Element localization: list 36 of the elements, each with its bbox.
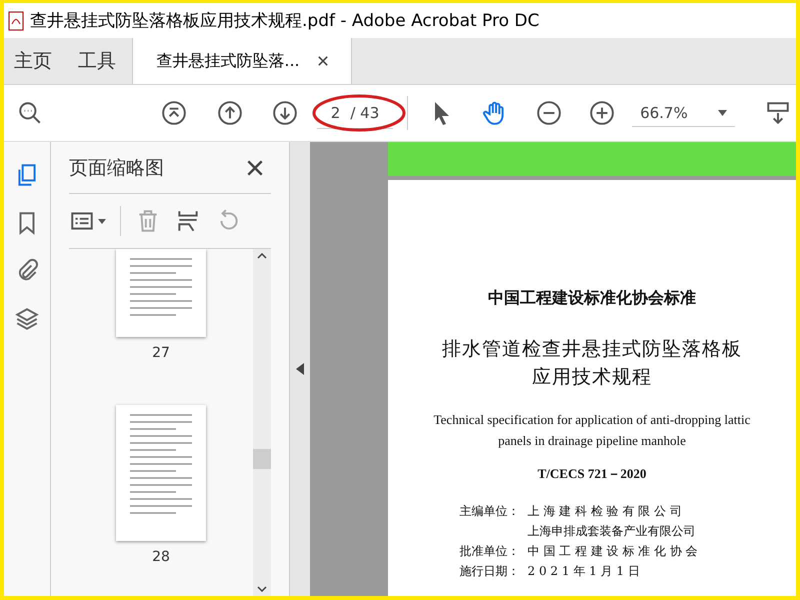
layers-icon[interactable]	[14, 306, 40, 332]
info-label: 批准单位：	[460, 543, 520, 560]
page-number-label: 27	[152, 345, 170, 361]
info-value: 上海申排成套装备产业有限公司	[528, 523, 696, 540]
nav-tab[interactable]: 工具	[68, 38, 132, 84]
english-title: panels in drainage pipeline manhole	[498, 432, 686, 450]
collapse-arrow-icon	[296, 363, 304, 375]
document-tab[interactable]: 查井悬挂式防坠落...	[132, 38, 352, 84]
scrollbar-thumb[interactable]	[253, 449, 271, 469]
info-value: 2 0 2 1 年 1 月 1 日	[528, 563, 640, 580]
info-value: 中 国 工 程 建 设 标 准 化 协 会	[528, 543, 698, 560]
scrollbar[interactable]	[253, 249, 271, 596]
close-icon[interactable]	[247, 160, 263, 176]
close-icon[interactable]	[318, 56, 328, 66]
document-title: 应用技术规程	[532, 365, 652, 390]
scroll-up-icon[interactable]	[257, 253, 267, 259]
window-title: 查井悬挂式防坠落格板应用技术规程.pdf - Adobe Acrobat Pro DC	[30, 10, 540, 32]
info-value: 上 海 建 科 检 验 有 限 公 司	[528, 503, 682, 520]
page-number-field[interactable]: 2	[330, 104, 340, 122]
info-label: 主编单位：	[460, 503, 520, 520]
page-number-label: 28	[152, 549, 170, 565]
nav-tab[interactable]: 主页	[4, 38, 68, 84]
info-label: 施行日期：	[460, 563, 520, 580]
panel-title: 页面缩略图	[69, 156, 164, 180]
page-total: / 43	[350, 104, 380, 122]
standard-code: T/CECS 721－2020	[538, 465, 646, 483]
collapse-panel-handle[interactable]	[289, 142, 310, 596]
document-heading: 中国工程建设标准化协会标准	[488, 288, 696, 309]
caret-icon	[718, 110, 727, 116]
zoom-dropdown[interactable]: 66.7%	[632, 100, 735, 126]
page-thumbnail[interactable]	[116, 405, 206, 541]
document-title: 排水管道检查井悬挂式防坠落格板	[442, 337, 742, 362]
pdf-file-icon	[8, 10, 24, 30]
english-title: Technical specification for application of anti-dropping lattic	[434, 411, 750, 429]
scroll-down-icon[interactable]	[257, 586, 267, 592]
page-thumbnail[interactable]	[116, 249, 206, 337]
